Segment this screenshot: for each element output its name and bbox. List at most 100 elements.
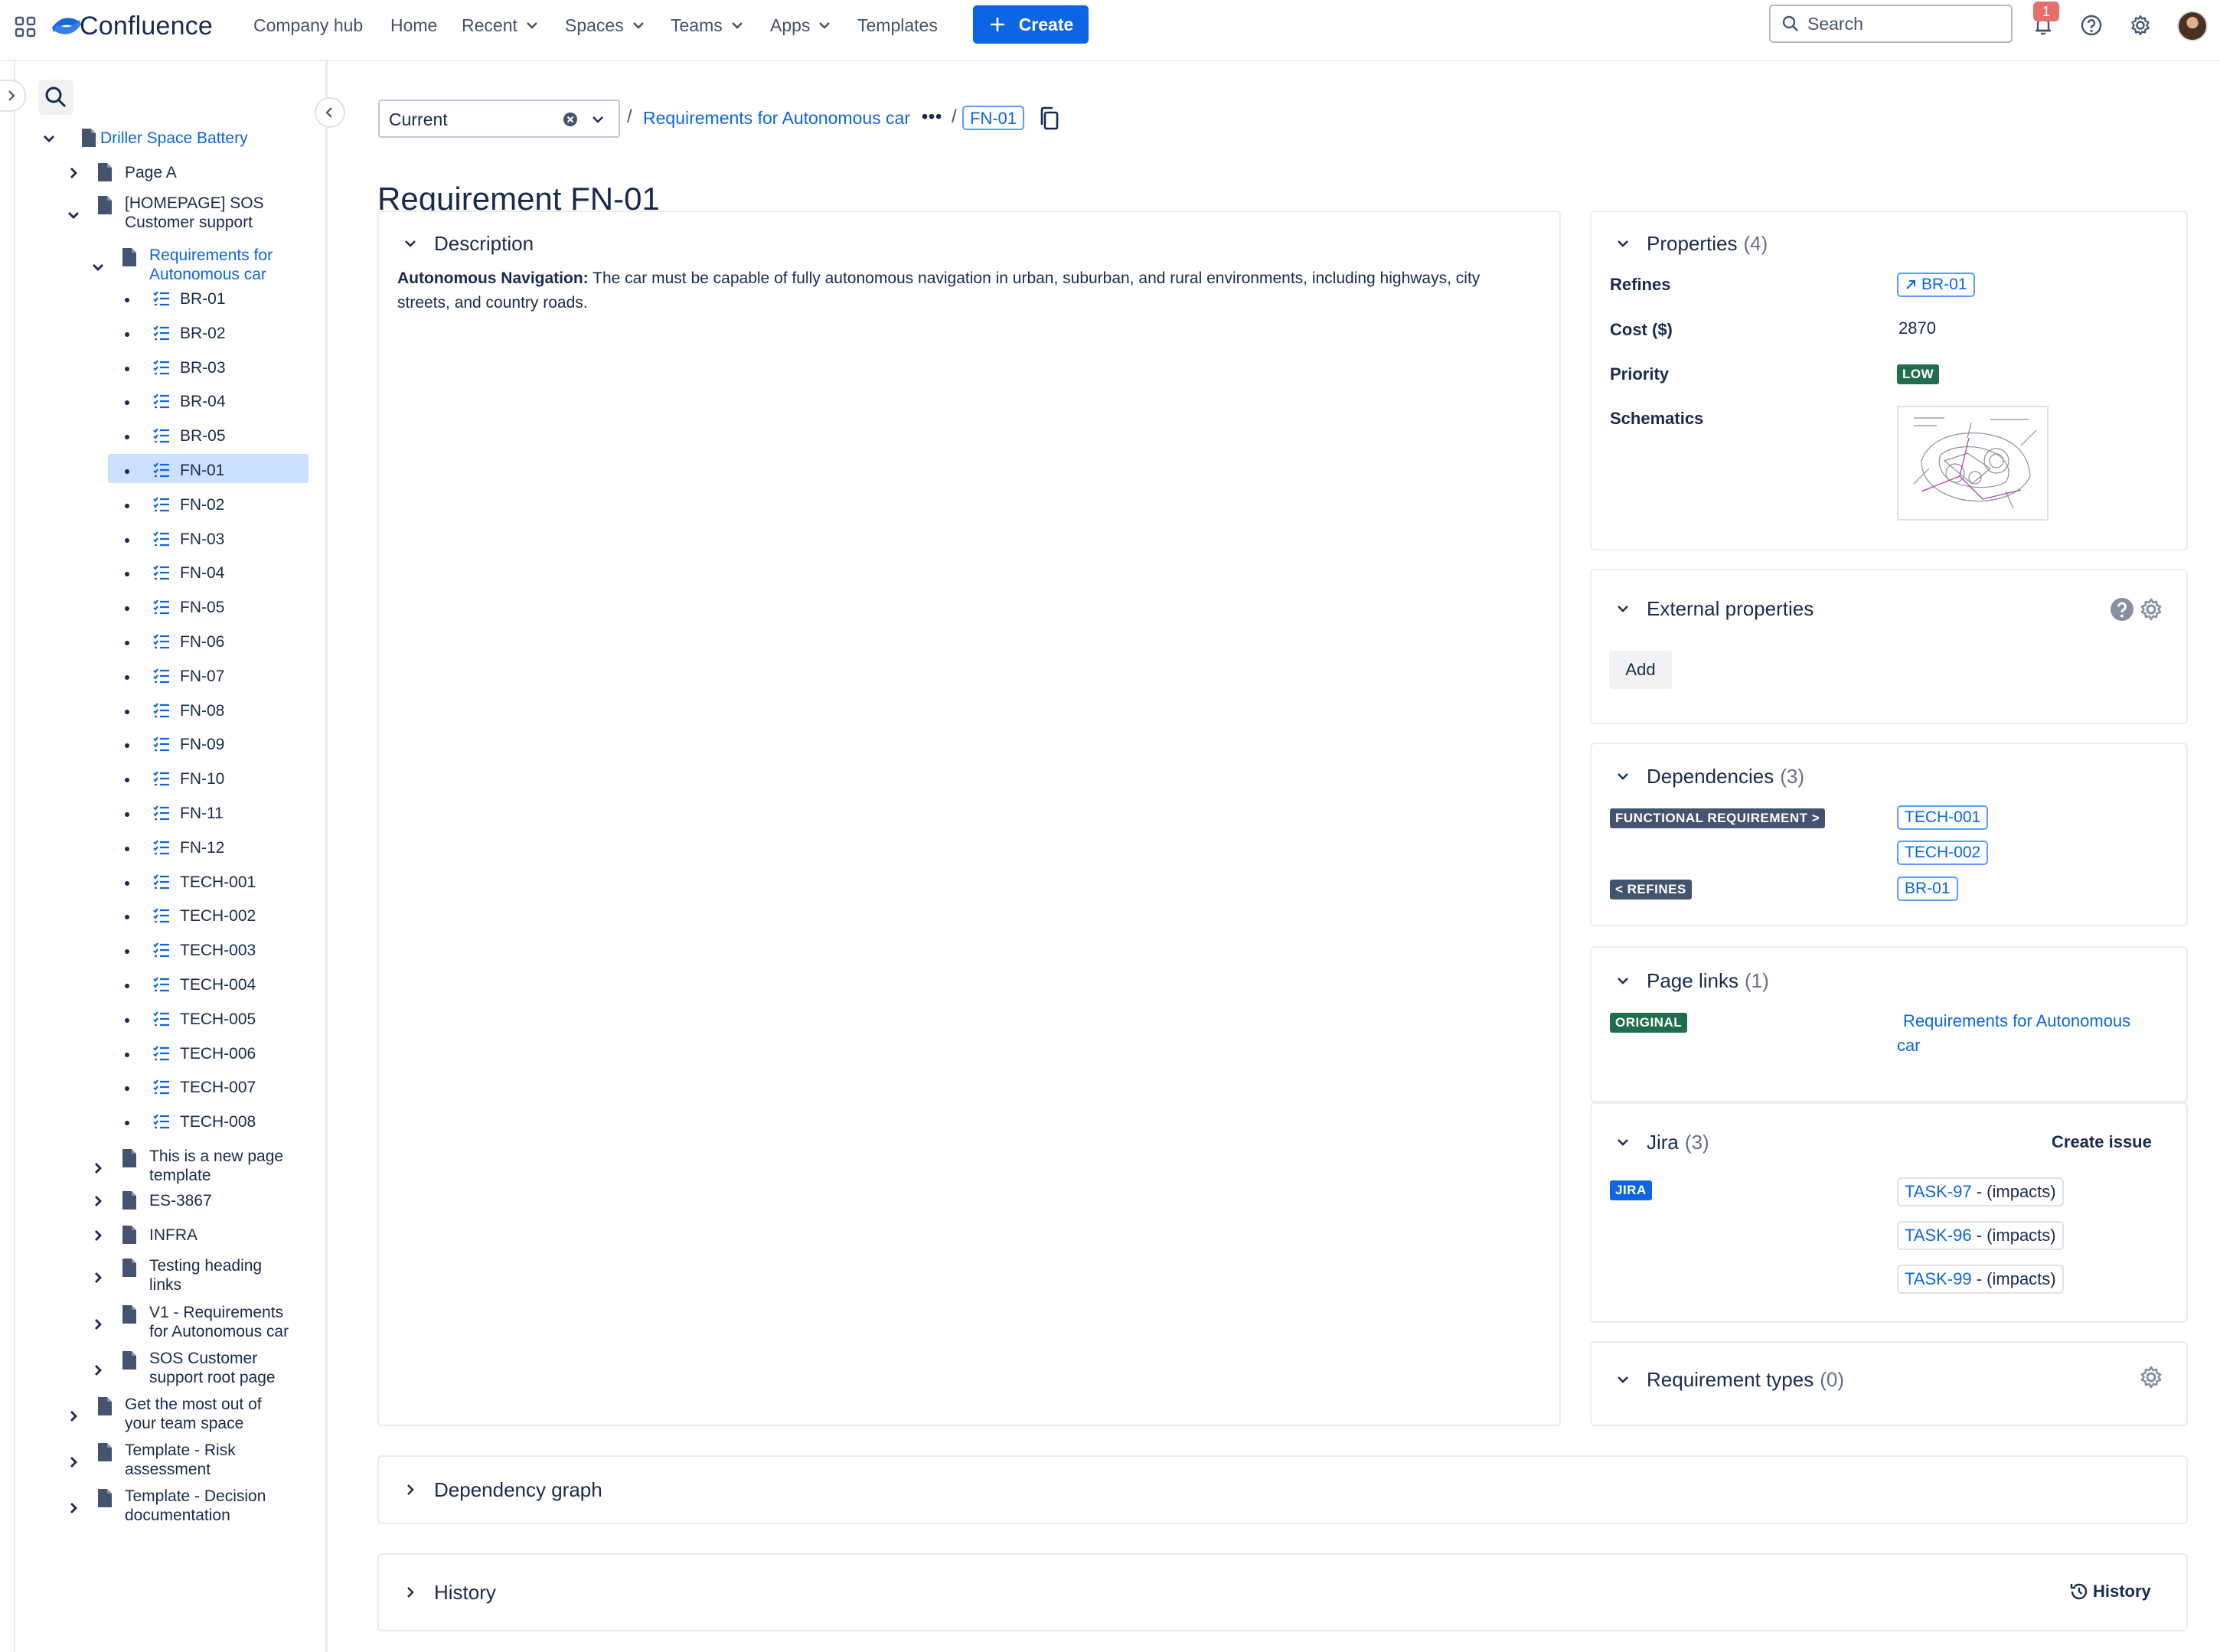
chevron-right-icon[interactable] <box>90 1270 106 1285</box>
dependency-graph-header[interactable]: Dependency graph <box>403 1478 602 1501</box>
tree-requirement-item[interactable]: FN-06 <box>180 632 224 651</box>
chevron-right-icon[interactable] <box>90 1228 106 1243</box>
tree-item-label[interactable]: links <box>149 1275 181 1295</box>
tree-item-label[interactable]: Autonomous car <box>149 265 266 284</box>
chevron-right-icon[interactable] <box>90 1193 106 1209</box>
schematics-thumbnail[interactable] <box>1897 406 2049 521</box>
dependency-link[interactable]: TECH-001 <box>1897 805 1989 830</box>
create-button[interactable]: Create <box>973 5 1089 44</box>
chevron-right-icon[interactable] <box>90 1161 106 1176</box>
version-select[interactable]: Current <box>378 100 620 138</box>
tree-requirement-item[interactable]: BR-05 <box>180 426 226 446</box>
tree-requirement-item[interactable]: FN-01 <box>180 461 224 480</box>
tree-requirement-item[interactable]: FN-10 <box>180 769 224 788</box>
dependencies-header[interactable]: Dependencies (3) <box>1616 765 1804 788</box>
tree-item-label[interactable]: This is a new page <box>149 1147 283 1166</box>
chevron-right-icon[interactable] <box>90 1317 106 1332</box>
tree-item-label[interactable]: Requirements for <box>149 246 273 265</box>
properties-header[interactable]: Properties (4) <box>1616 232 1768 255</box>
nav-spaces[interactable]: Spaces <box>565 14 645 37</box>
add-external-property-button[interactable]: Add <box>1609 651 1672 689</box>
collapse-sidebar-button[interactable] <box>315 97 345 128</box>
nav-apps[interactable]: Apps <box>770 14 831 37</box>
search-box[interactable] <box>1769 5 2013 43</box>
tree-item-label[interactable]: Page A <box>125 163 177 182</box>
tree-item-label[interactable]: Template - Decision <box>125 1487 266 1506</box>
chevron-right-icon[interactable] <box>66 1454 81 1470</box>
tree-requirement-item[interactable]: FN-12 <box>180 838 224 857</box>
user-avatar[interactable] <box>2177 11 2208 41</box>
breadcrumb-parent-link[interactable]: Requirements for Autonomous car <box>643 107 910 129</box>
refines-link[interactable]: BR-01 <box>1897 273 1975 297</box>
tree-item-label[interactable]: SOS Customer <box>149 1349 257 1368</box>
tree-item-label[interactable]: Get the most out of <box>125 1395 262 1414</box>
copy-icon[interactable] <box>1038 106 1061 132</box>
tree-requirement-item[interactable]: TECH-002 <box>180 906 256 926</box>
tree-item-label[interactable]: support root page <box>149 1368 276 1387</box>
tree-requirement-item[interactable]: FN-08 <box>180 701 224 720</box>
history-header[interactable]: History <box>403 1581 496 1604</box>
dependency-link[interactable]: BR-01 <box>1897 877 1958 901</box>
sidebar-search-button[interactable] <box>38 80 73 115</box>
requirement-types-header[interactable]: Requirement types (0) <box>1616 1368 1844 1391</box>
help-icon[interactable] <box>2110 597 2134 622</box>
tree-requirement-item[interactable]: FN-05 <box>180 598 224 617</box>
tree-requirement-item[interactable]: TECH-006 <box>180 1044 256 1063</box>
chevron-right-icon[interactable] <box>66 1409 81 1424</box>
breadcrumb-current-pill[interactable]: FN-01 <box>962 106 1025 130</box>
tree-item-label[interactable]: documentation <box>125 1506 230 1525</box>
tree-item-label[interactable]: Customer support <box>125 213 253 232</box>
tree-item-label[interactable]: ES-3867 <box>149 1191 212 1210</box>
chevron-down-icon[interactable] <box>66 207 81 223</box>
tree-requirement-item[interactable]: FN-07 <box>180 667 224 686</box>
settings-gear-icon[interactable] <box>2138 1364 2164 1390</box>
chevron-right-icon[interactable] <box>66 165 81 181</box>
tree-requirement-item[interactable]: FN-02 <box>180 495 224 514</box>
nav-company-hub[interactable]: Company hub <box>253 14 363 37</box>
tree-requirement-item[interactable]: TECH-004 <box>180 975 256 994</box>
page-link[interactable]: car <box>1897 1033 1921 1058</box>
tree-item-label[interactable]: template <box>149 1166 211 1185</box>
tree-item-label[interactable]: INFRA <box>149 1226 198 1245</box>
jira-issue-link[interactable]: TASK-99 - (impacts) <box>1897 1265 2064 1294</box>
tree-requirement-item[interactable]: FN-11 <box>180 804 224 823</box>
tree-requirement-item[interactable]: TECH-008 <box>180 1112 256 1131</box>
tree-requirement-item[interactable]: TECH-003 <box>180 941 256 960</box>
chevron-down-icon[interactable] <box>591 113 605 126</box>
tree-item-label[interactable]: V1 - Requirements <box>149 1303 283 1322</box>
chevron-down-icon[interactable] <box>90 260 106 275</box>
dependency-link[interactable]: TECH-002 <box>1897 841 1989 865</box>
chevron-right-icon[interactable] <box>66 1500 81 1516</box>
external-properties-header[interactable]: External properties <box>1616 597 1814 620</box>
tree-item-label[interactable]: Driller Space Battery <box>100 129 248 148</box>
tree-requirement-item[interactable]: BR-02 <box>180 324 226 343</box>
tree-requirement-item[interactable]: FN-03 <box>180 530 224 549</box>
jira-header[interactable]: Jira (3) <box>1616 1131 1709 1154</box>
create-issue-button[interactable]: Create issue <box>2052 1131 2152 1153</box>
breadcrumb-more-button[interactable]: ••• <box>922 107 942 126</box>
tree-requirement-item[interactable]: FN-09 <box>180 735 224 754</box>
search-input[interactable] <box>1807 13 1991 34</box>
tree-requirement-item[interactable]: FN-04 <box>180 563 224 583</box>
tree-requirement-item[interactable]: TECH-005 <box>180 1010 256 1029</box>
brand-name[interactable]: Confluence <box>80 11 213 41</box>
help-icon[interactable] <box>2078 12 2104 38</box>
tree-requirement-item[interactable]: BR-04 <box>180 392 226 411</box>
history-button[interactable]: History <box>2068 1580 2151 1603</box>
nav-home[interactable]: Home <box>390 14 437 37</box>
nav-recent[interactable]: Recent <box>462 14 539 37</box>
tree-item-label[interactable]: assessment <box>125 1460 211 1479</box>
jira-issue-link[interactable]: TASK-96 - (impacts) <box>1897 1221 2064 1250</box>
description-header[interactable]: Description <box>403 232 534 255</box>
chevron-down-icon[interactable] <box>41 131 57 146</box>
app-switcher-icon[interactable] <box>14 15 37 38</box>
settings-gear-icon[interactable] <box>2138 596 2164 622</box>
tree-requirement-item[interactable]: TECH-007 <box>180 1078 256 1097</box>
settings-gear-icon[interactable] <box>2127 12 2153 38</box>
tree-item-label[interactable]: Testing heading <box>149 1256 262 1275</box>
jira-issue-link[interactable]: TASK-97 - (impacts) <box>1897 1177 2064 1206</box>
tree-requirement-item[interactable]: BR-03 <box>180 358 226 377</box>
tree-requirement-item[interactable]: BR-01 <box>180 289 226 309</box>
page-link[interactable]: Requirements for Autonomous <box>1903 1009 2130 1033</box>
chevron-right-icon[interactable] <box>90 1363 106 1378</box>
